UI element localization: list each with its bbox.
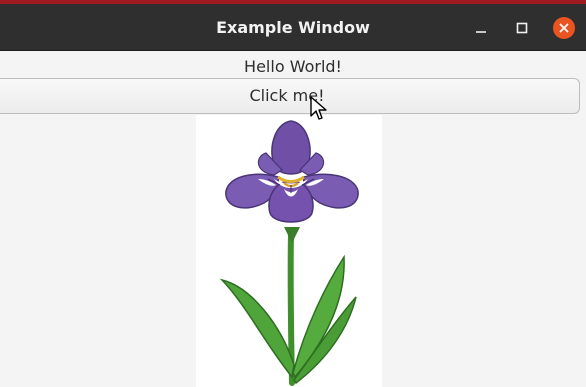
iris-image-panel <box>196 115 382 387</box>
click-me-button[interactable]: Click me! <box>0 78 580 114</box>
minimize-icon <box>476 31 486 33</box>
maximize-icon <box>516 22 528 34</box>
close-button[interactable] <box>553 17 575 39</box>
close-icon <box>559 23 569 33</box>
title-bar[interactable]: Example Window <box>0 4 586 51</box>
hello-label: Hello World! <box>244 57 342 76</box>
mouse-pointer-icon <box>310 96 327 120</box>
app-window: Example Window Hello World! Click me! <box>0 0 586 387</box>
iris-flower-image <box>219 120 359 386</box>
minimize-button[interactable] <box>470 17 492 39</box>
window-title: Example Window <box>216 18 370 37</box>
maximize-button[interactable] <box>511 17 533 39</box>
